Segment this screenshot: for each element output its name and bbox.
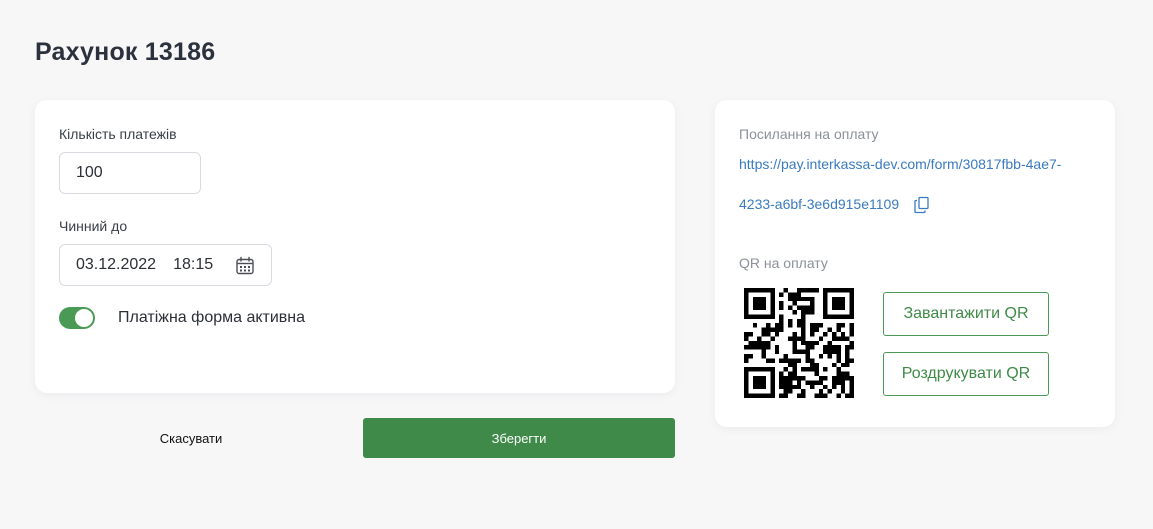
valid-until-input[interactable]: 03.12.2022 18:15 <box>59 244 272 286</box>
qr-label: QR на оплату <box>739 255 828 271</box>
cancel-button[interactable]: Скасувати <box>35 418 347 458</box>
payment-link-card: Посилання на оплату https://pay.interkas… <box>715 100 1115 427</box>
toggle-knob <box>75 309 93 327</box>
payments-count-input[interactable]: 100 <box>59 152 201 194</box>
payments-count-value: 100 <box>76 164 103 181</box>
copy-icon[interactable] <box>913 196 931 214</box>
payment-link-line-1[interactable]: https://pay.interkassa-dev.com/form/3081… <box>739 156 1061 172</box>
valid-until-date: 03.12.2022 <box>76 256 157 273</box>
download-qr-button[interactable]: Завантажити QR <box>883 292 1049 336</box>
valid-until-time: 18:15 <box>173 256 214 273</box>
invoice-settings-card: Кількість платежів 100 Чинний до 03.12.2… <box>35 100 675 393</box>
save-button[interactable]: Зберегти <box>363 418 675 458</box>
active-toggle[interactable] <box>59 307 95 329</box>
print-qr-button[interactable]: Роздрукувати QR <box>883 352 1049 396</box>
payments-count-label: Кількість платежів <box>59 126 177 142</box>
payment-link-line-2[interactable]: 4233-a6bf-3e6d915e1109 <box>739 196 899 212</box>
qr-code <box>744 288 854 398</box>
payment-link-label: Посилання на оплату <box>739 126 879 142</box>
page: Рахунок 13186 Кількість платежів 100 Чин… <box>0 0 1153 529</box>
calendar-icon[interactable] <box>235 256 255 276</box>
active-toggle-label: Платіжна форма активна <box>118 309 306 326</box>
page-title: Рахунок 13186 <box>35 38 216 66</box>
valid-until-label: Чинний до <box>59 218 128 234</box>
